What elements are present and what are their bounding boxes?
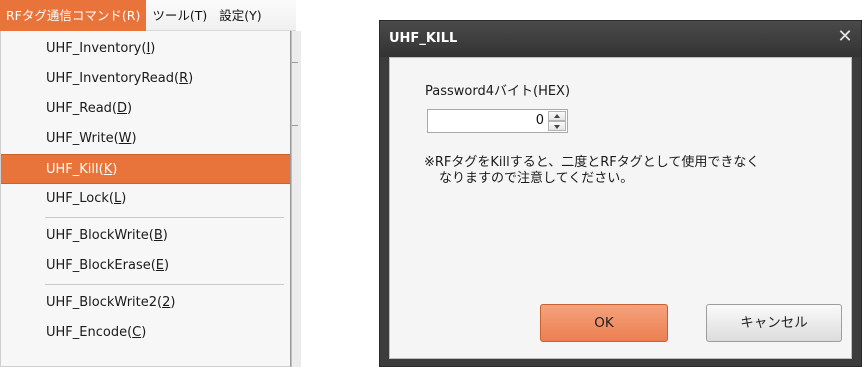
accelerator-key: D <box>117 101 128 116</box>
arrow-up-icon <box>554 114 560 118</box>
menu-item-uhf-blockwrite2[interactable]: UHF_BlockWrite2(2) <box>1 288 290 318</box>
menu-item-uhf-inventory[interactable]: UHF_Inventory(I) <box>1 34 290 64</box>
warning-line-2: なりますので注意してください。 <box>439 171 634 186</box>
password-value[interactable]: 0 <box>536 113 544 128</box>
arrow-down-icon <box>554 125 560 129</box>
close-icon[interactable]: ✕ <box>835 27 855 47</box>
dialog-body: Password4バイト(HEX) 0 ※RFタグをKillすると、二度とRFタ… <box>389 57 852 359</box>
accelerator-key: R <box>179 71 189 86</box>
ok-button[interactable]: OK <box>540 304 668 342</box>
menu-separator <box>45 217 284 218</box>
spin-down-button[interactable] <box>548 121 566 131</box>
menu-item-uhf-lock[interactable]: UHF_Lock(L) <box>1 184 290 214</box>
accelerator-key: E <box>155 258 165 273</box>
menu-item-uhf-encode[interactable]: UHF_Encode(C) <box>1 318 290 348</box>
password-label: Password4バイト(HEX) <box>425 84 571 99</box>
menu-settings[interactable]: 設定(Y) <box>213 0 273 31</box>
accelerator-key: C <box>132 325 142 340</box>
warning-line-1: ※RFタグをKillすると、二度とRFタグとして使用できなく <box>424 155 760 170</box>
menu-item-uhf-blockerase[interactable]: UHF_BlockErase(E) <box>1 251 290 281</box>
spin-up-button[interactable] <box>548 111 566 121</box>
accelerator-key: K <box>103 162 113 177</box>
menu-tools[interactable]: ツール(T) <box>146 0 213 31</box>
dialog-titlebar[interactable]: UHF_KILL ✕ <box>380 21 861 57</box>
rf-tag-command-dropdown: UHF_Inventory(I) UHF_InventoryRead(R) UH… <box>0 31 291 367</box>
accelerator-key: B <box>153 228 163 243</box>
menu-item-uhf-kill[interactable]: UHF_Kill(K) <box>1 154 290 184</box>
password-spinbox[interactable]: 0 <box>427 109 568 133</box>
menu-item-uhf-blockwrite[interactable]: UHF_BlockWrite(B) <box>1 221 290 251</box>
menu-item-uhf-inventoryread[interactable]: UHF_InventoryRead(R) <box>1 64 290 94</box>
menu-item-uhf-read[interactable]: UHF_Read(D) <box>1 94 290 124</box>
uhf-kill-dialog: UHF_KILL ✕ Password4バイト(HEX) 0 ※RFタグをKil… <box>379 20 862 367</box>
spin-buttons <box>548 111 566 131</box>
menu-separator <box>45 284 284 285</box>
menu-rf-tag-commands[interactable]: RFタグ通信コマンド(R) <box>0 0 147 31</box>
background-window-edge <box>291 31 301 367</box>
dialog-title: UHF_KILL <box>389 31 458 46</box>
menu-item-uhf-write[interactable]: UHF_Write(W) <box>1 124 290 154</box>
cancel-button[interactable]: キャンセル <box>706 304 842 342</box>
accelerator-key: W <box>118 131 132 146</box>
menu-bar: RFタグ通信コマンド(R) ツール(T) 設定(Y) <box>0 0 296 31</box>
kill-warning-note: ※RFタグをKillすると、二度とRFタグとして使用できなく なりますので注意し… <box>424 155 844 187</box>
